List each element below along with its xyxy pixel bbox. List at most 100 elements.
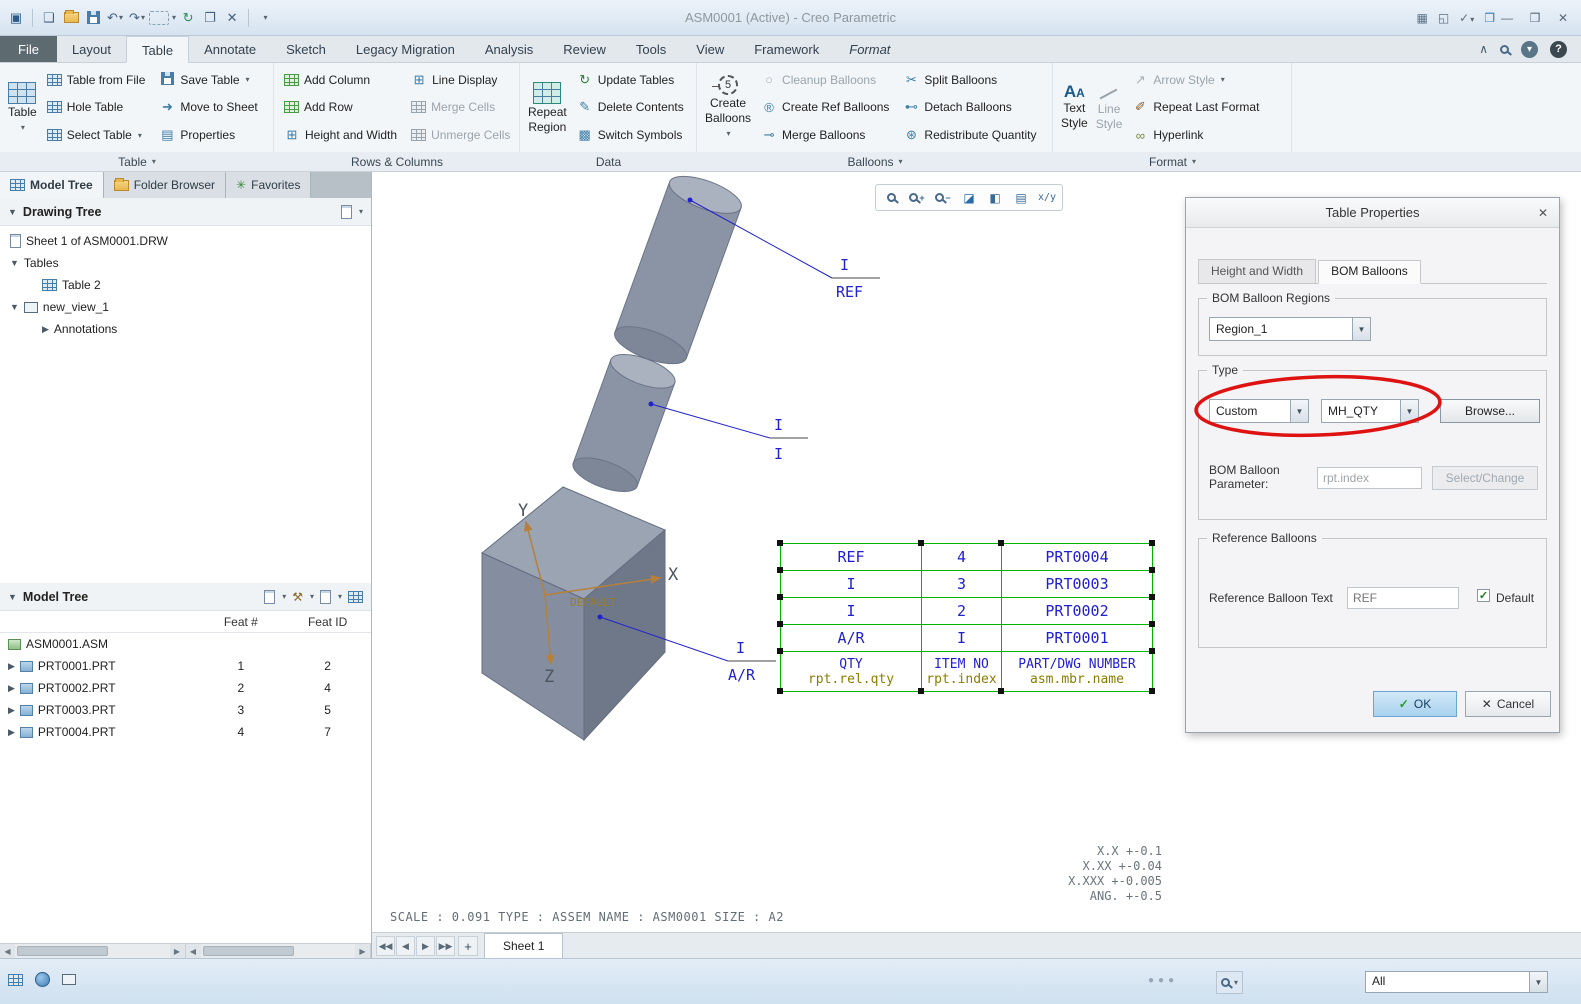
fullscreen-icon[interactable]: ◱ bbox=[1438, 11, 1449, 25]
table-handle[interactable] bbox=[1149, 621, 1155, 627]
close-button[interactable]: ✕ bbox=[1551, 8, 1575, 28]
table-handle[interactable] bbox=[777, 594, 783, 600]
tree-item-sheet[interactable]: Sheet 1 of ASM0001.DRW bbox=[0, 230, 371, 252]
previous-sheet-button[interactable]: ◀ bbox=[396, 936, 415, 956]
table-handle[interactable] bbox=[777, 621, 783, 627]
open-icon[interactable] bbox=[61, 7, 81, 29]
bom-row[interactable]: REF 4 PRT0004 bbox=[780, 543, 1153, 571]
scroll-thumb[interactable] bbox=[17, 946, 109, 956]
update-tables-button[interactable]: ↻ Update Tables bbox=[574, 67, 689, 92]
view-manager-icon[interactable]: ❐ bbox=[200, 7, 220, 29]
selection-filter[interactable]: ▾ bbox=[1216, 971, 1244, 994]
repaint-icon[interactable]: ◪ bbox=[957, 187, 981, 209]
undo-button[interactable]: ↶ ▾ bbox=[105, 7, 125, 29]
collapsed-arrow-icon[interactable]: ▶ bbox=[8, 705, 15, 716]
table-handle[interactable] bbox=[1149, 688, 1155, 694]
full-window-icon[interactable] bbox=[62, 974, 76, 985]
tab-legacy-migration[interactable]: Legacy Migration bbox=[341, 36, 470, 62]
table-handle[interactable] bbox=[918, 688, 924, 694]
properties-button[interactable]: ▤ Properties bbox=[156, 123, 262, 148]
repeat-last-format-button[interactable]: ✐ Repeat Last Format bbox=[1129, 95, 1264, 120]
tree-node-view[interactable]: ▼ new_view_1 bbox=[0, 296, 371, 318]
group-label-balloons[interactable]: Balloons ▾ bbox=[697, 152, 1053, 171]
table-button[interactable]: Table ▾ bbox=[4, 66, 41, 149]
tab-view[interactable]: View bbox=[681, 36, 739, 62]
toggle-navigator-icon[interactable] bbox=[8, 973, 23, 986]
table-handle[interactable] bbox=[1149, 567, 1155, 573]
group-label-table[interactable]: Table ▾ bbox=[0, 152, 274, 171]
tab-table[interactable]: Table bbox=[126, 36, 190, 63]
dialog-close-icon[interactable]: ✕ bbox=[1535, 205, 1551, 221]
combo-arrow-icon[interactable]: ▼ bbox=[1400, 400, 1418, 422]
scroll-thumb[interactable] bbox=[202, 946, 294, 956]
select-mode-button[interactable] bbox=[149, 10, 169, 25]
scroll-left-icon[interactable]: ◀ bbox=[185, 944, 201, 958]
split-balloons-button[interactable]: ✂ Split Balloons bbox=[900, 67, 1041, 92]
tab-folder-browser[interactable]: Folder Browser bbox=[103, 172, 227, 198]
redo-button[interactable]: ↷ ▾ bbox=[127, 7, 147, 29]
tab-layout[interactable]: Layout bbox=[57, 36, 126, 62]
tree-node-annotations[interactable]: ▶ Annotations bbox=[0, 318, 371, 340]
repeat-region-button[interactable]: Repeat Region bbox=[524, 66, 571, 149]
new-sheet-button[interactable]: + bbox=[458, 936, 478, 956]
dropdown-arrow-icon[interactable]: ▾ bbox=[310, 592, 314, 601]
combo-arrow-icon[interactable]: ▼ bbox=[1352, 318, 1370, 340]
hole-table-button[interactable]: Hole Table bbox=[44, 95, 151, 120]
select-table-button[interactable]: Select Table ▾ bbox=[44, 123, 151, 148]
zoom-region-icon[interactable] bbox=[879, 187, 903, 209]
last-sheet-button[interactable]: ▶▶ bbox=[436, 936, 455, 956]
table-handle[interactable] bbox=[918, 540, 924, 546]
sync-icon[interactable]: ▾ bbox=[1521, 40, 1538, 58]
table-handle[interactable] bbox=[777, 540, 783, 546]
select-mode-arrow[interactable]: ▾ bbox=[172, 13, 176, 22]
check-dropdown-icon[interactable]: ✓▾ bbox=[1459, 11, 1474, 25]
scroll-right-icon[interactable]: ▶ bbox=[355, 944, 370, 958]
first-sheet-button[interactable]: ◀◀ bbox=[376, 936, 395, 956]
save-table-button[interactable]: Save Table ▾ bbox=[156, 67, 262, 92]
regenerate-icon[interactable]: ↻ bbox=[178, 7, 198, 29]
customize-qat-arrow[interactable]: ▾ bbox=[255, 7, 275, 29]
datum-display-icon[interactable]: x/y bbox=[1035, 187, 1059, 209]
tab-sketch[interactable]: Sketch bbox=[271, 36, 341, 62]
line-display-button[interactable]: ⊞ Line Display bbox=[408, 67, 515, 92]
scroll-right-icon[interactable]: ▶ bbox=[169, 944, 185, 958]
bom-row[interactable]: I 2 PRT0002 bbox=[780, 597, 1153, 625]
tree-item-table2[interactable]: Table 2 bbox=[0, 274, 371, 296]
dropdown-arrow-icon[interactable]: ▾ bbox=[282, 592, 286, 601]
bom-table[interactable]: REF 4 PRT0004 I 3 PRT0003 I 2 PRT0002 A/… bbox=[777, 540, 1155, 694]
move-to-sheet-button[interactable]: ➜ Move to Sheet bbox=[156, 95, 262, 120]
combo-arrow-icon[interactable]: ▼ bbox=[1529, 972, 1547, 992]
redistribute-quantity-button[interactable]: ⊛ Redistribute Quantity bbox=[900, 123, 1041, 148]
tree-item-part[interactable]: ▶ PRT0002.PRT 2 4 bbox=[0, 677, 371, 699]
app-icon[interactable]: ▣ bbox=[6, 7, 26, 29]
bom-row[interactable]: A/R I PRT0001 bbox=[780, 624, 1153, 652]
close-window-icon[interactable]: ✕ bbox=[222, 7, 242, 29]
bom-row[interactable]: I 3 PRT0003 bbox=[780, 570, 1153, 598]
delete-contents-button[interactable]: ✎ Delete Contents bbox=[574, 95, 689, 120]
scroll-left-icon[interactable]: ◀ bbox=[0, 944, 15, 958]
bom-header-row[interactable]: QTY rpt.rel.qty ITEM NO rpt.index PART/DWG… bbox=[780, 651, 1153, 692]
screens-icon[interactable]: ❐ bbox=[1484, 11, 1495, 25]
columns-horizontal-scrollbar[interactable]: ◀ ▶ bbox=[185, 944, 371, 958]
sheet-tab[interactable]: Sheet 1 bbox=[484, 933, 564, 958]
tree-horizontal-scrollbar[interactable]: ◀ ▶ bbox=[0, 944, 186, 958]
tree-item-part[interactable]: ▶ PRT0001.PRT 1 2 bbox=[0, 655, 371, 677]
next-sheet-button[interactable]: ▶ bbox=[416, 936, 435, 956]
zoom-out-icon[interactable]: − bbox=[931, 187, 955, 209]
tab-model-tree[interactable]: Model Tree bbox=[0, 172, 104, 198]
reference-balloon-text-field[interactable] bbox=[1347, 587, 1459, 609]
quantity-type-combobox[interactable]: MH_QTY ▼ bbox=[1321, 399, 1419, 423]
table-handle[interactable] bbox=[998, 540, 1004, 546]
maximize-button[interactable]: ❐ bbox=[1523, 8, 1547, 28]
tab-file[interactable]: File bbox=[0, 36, 57, 62]
create-ref-balloons-button[interactable]: ® Create Ref Balloons bbox=[758, 95, 894, 120]
column-feat-num[interactable]: Feat # bbox=[197, 615, 284, 629]
collapsed-arrow-icon[interactable]: ▶ bbox=[42, 324, 49, 335]
tab-tools[interactable]: Tools bbox=[621, 36, 681, 62]
cancel-button[interactable]: ✕ Cancel bbox=[1465, 691, 1551, 717]
web-browser-icon[interactable] bbox=[35, 972, 50, 987]
table-handle[interactable] bbox=[998, 688, 1004, 694]
help-icon[interactable]: ? bbox=[1550, 40, 1567, 58]
tab-height-and-width[interactable]: Height and Width bbox=[1198, 259, 1317, 283]
hyperlink-button[interactable]: ∞ Hyperlink bbox=[1129, 123, 1264, 148]
